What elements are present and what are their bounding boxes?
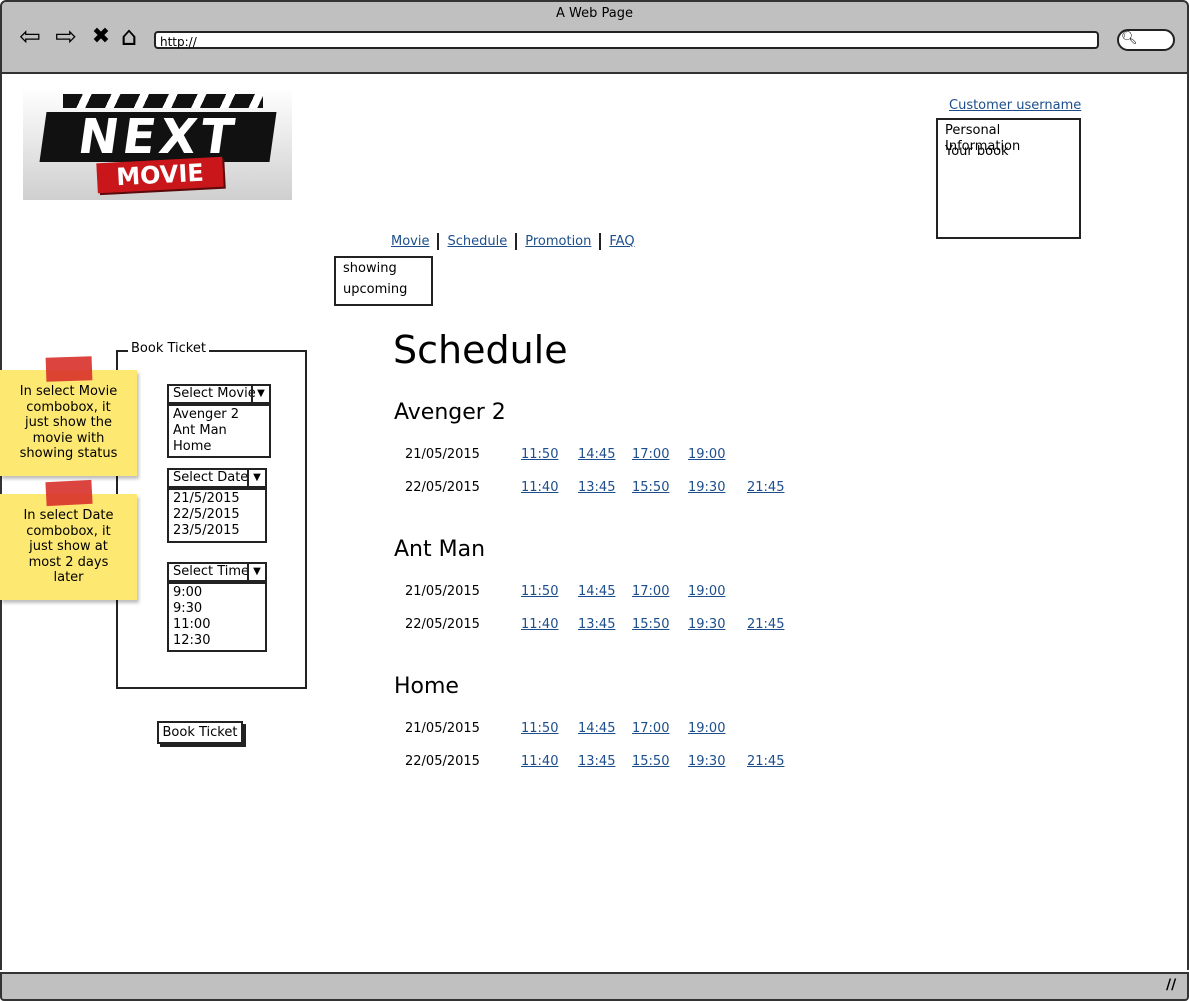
schedule-date: 22/05/2015 — [405, 754, 480, 769]
movie-heading: Ant Man — [394, 537, 486, 562]
showtime-link[interactable]: 14:45 — [578, 584, 615, 599]
sticky-note-date: In select Date combobox, it just show at… — [0, 494, 137, 600]
list-item[interactable]: 11:00 — [173, 617, 261, 633]
showtime-link[interactable]: 21:45 — [747, 754, 784, 769]
list-item[interactable]: 23/5/2015 — [173, 523, 261, 539]
showtime-link[interactable]: 19:00 — [688, 447, 725, 462]
showtime-link[interactable]: 21:45 — [747, 617, 784, 632]
time-options-list: 9:00 9:30 11:00 12:30 — [167, 582, 267, 652]
search-icon: 🔍︎ — [1121, 31, 1138, 46]
book-ticket-button[interactable]: Book Ticket — [157, 721, 243, 744]
list-item[interactable]: 21/5/2015 — [173, 491, 261, 507]
showtime-link[interactable]: 15:50 — [632, 754, 669, 769]
status-bar — [0, 972, 1189, 1001]
select-time-combobox[interactable]: Select Time ▼ — [167, 562, 267, 582]
showtime-link[interactable]: 19:00 — [688, 584, 725, 599]
list-item[interactable]: Home — [173, 439, 265, 455]
schedule-date: 21/05/2015 — [405, 584, 480, 599]
menu-item-upcoming[interactable]: upcoming — [343, 281, 424, 302]
select-movie-label: Select Movie — [173, 386, 256, 401]
showtime-link[interactable]: 19:30 — [688, 617, 725, 632]
select-date-label: Select Date — [173, 470, 249, 485]
nav-separator — [599, 233, 602, 250]
back-icon[interactable]: ⇦ — [15, 22, 45, 52]
note-tape — [45, 479, 93, 507]
window-title: A Web Page — [556, 6, 633, 21]
resize-grip-icon[interactable]: // — [1166, 977, 1176, 993]
showtime-link[interactable]: 11:40 — [521, 480, 558, 495]
showtime-link[interactable]: 17:00 — [632, 447, 669, 462]
nav-movie[interactable]: Movie — [391, 234, 429, 249]
select-time-label: Select Time — [173, 564, 250, 579]
showtime-link[interactable]: 11:40 — [521, 617, 558, 632]
showtime-link[interactable]: 14:45 — [578, 721, 615, 736]
nav-schedule[interactable]: Schedule — [447, 234, 507, 249]
list-item[interactable]: 22/5/2015 — [173, 507, 261, 523]
date-options-list: 21/5/2015 22/5/2015 23/5/2015 — [167, 488, 267, 543]
movie-heading: Home — [394, 674, 459, 699]
schedule-date: 21/05/2015 — [405, 447, 480, 462]
movie-dropdown-menu: showing upcoming — [334, 256, 433, 306]
list-item[interactable]: 9:00 — [173, 585, 261, 601]
schedule-date: 22/05/2015 — [405, 617, 480, 632]
menu-item-showing[interactable]: showing — [343, 260, 424, 281]
logo-word-movie: MOVIE — [96, 156, 224, 194]
showtime-link[interactable]: 21:45 — [747, 480, 784, 495]
sticky-note-movie: In select Movie combobox, it just show t… — [0, 370, 137, 476]
page-title: Schedule — [393, 328, 568, 372]
list-item[interactable]: Avenger 2 — [173, 407, 265, 423]
showtime-link[interactable]: 19:00 — [688, 721, 725, 736]
forward-icon[interactable]: ⇨ — [51, 22, 81, 52]
nav-separator — [437, 233, 440, 250]
user-menu: Personal Information Your book — [936, 118, 1081, 239]
clapperboard-stripes — [63, 94, 263, 108]
chevron-down-icon[interactable]: ▼ — [247, 470, 265, 486]
showtime-link[interactable]: 15:50 — [632, 617, 669, 632]
list-item[interactable]: Ant Man — [173, 423, 265, 439]
book-ticket-legend: Book Ticket — [128, 341, 209, 356]
movie-options-list: Avenger 2 Ant Man Home — [167, 404, 271, 458]
customer-username-link[interactable]: Customer username — [949, 98, 1081, 113]
main-nav: Movie Schedule Promotion FAQ — [391, 233, 635, 250]
nav-promotion[interactable]: Promotion — [525, 234, 591, 249]
list-item[interactable]: 9:30 — [173, 601, 261, 617]
showtime-link[interactable]: 13:45 — [578, 480, 615, 495]
showtime-link[interactable]: 19:30 — [688, 480, 725, 495]
movie-heading: Avenger 2 — [394, 400, 506, 425]
menu-item-personal-information[interactable]: Personal Information — [945, 123, 1072, 154]
chevron-down-icon[interactable]: ▼ — [251, 386, 269, 402]
note-tape — [45, 356, 93, 382]
schedule-date: 21/05/2015 — [405, 721, 480, 736]
showtime-link[interactable]: 14:45 — [578, 447, 615, 462]
select-date-combobox[interactable]: Select Date ▼ — [167, 468, 267, 488]
nav-separator — [515, 233, 518, 250]
menu-item-your-book[interactable]: Your book — [945, 144, 1072, 165]
showtime-link[interactable]: 17:00 — [632, 584, 669, 599]
showtime-link[interactable]: 11:50 — [521, 721, 558, 736]
showtime-link[interactable]: 13:45 — [578, 617, 615, 632]
showtime-link[interactable]: 17:00 — [632, 721, 669, 736]
showtime-link[interactable]: 19:30 — [688, 754, 725, 769]
url-input[interactable]: http:// — [154, 31, 1099, 49]
stop-icon[interactable]: ✖ — [86, 22, 116, 52]
showtime-link[interactable]: 11:50 — [521, 584, 558, 599]
logo-word-next: NEXT — [39, 109, 277, 165]
showtime-link[interactable]: 13:45 — [578, 754, 615, 769]
schedule-date: 22/05/2015 — [405, 480, 480, 495]
showtime-link[interactable]: 15:50 — [632, 480, 669, 495]
home-icon[interactable]: ⌂ — [114, 22, 144, 52]
chevron-down-icon[interactable]: ▼ — [247, 564, 265, 580]
site-logo: NEXT MOVIE — [23, 88, 292, 200]
showtime-link[interactable]: 11:40 — [521, 754, 558, 769]
showtime-link[interactable]: 11:50 — [521, 447, 558, 462]
nav-faq[interactable]: FAQ — [609, 234, 634, 249]
list-item[interactable]: 12:30 — [173, 633, 261, 649]
select-movie-combobox[interactable]: Select Movie ▼ — [167, 384, 271, 404]
